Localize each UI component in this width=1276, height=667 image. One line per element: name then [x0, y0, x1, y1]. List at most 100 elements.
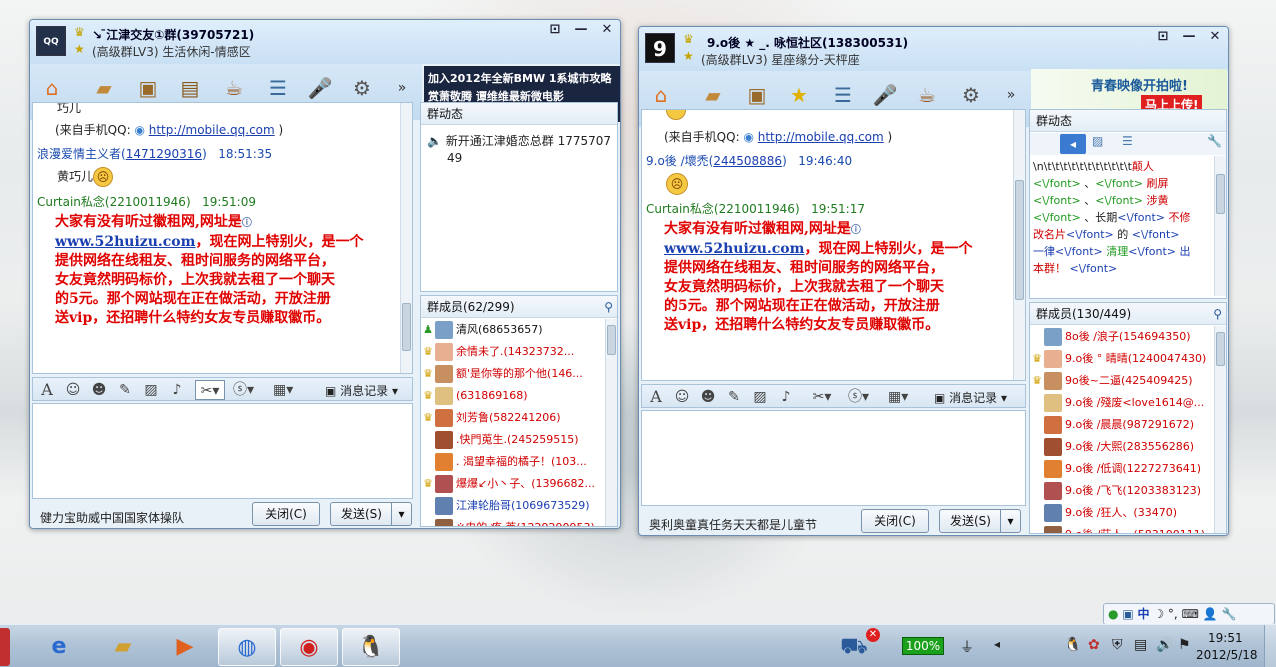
emoticon-icon[interactable]: ☺ [63, 380, 83, 400]
send-options-icon[interactable]: ▾ [1000, 510, 1020, 532]
close-button[interactable]: 关闭(C) [252, 502, 320, 526]
speak-icon[interactable]: ⓢ▾ [848, 387, 869, 407]
dynamics-scrollbar[interactable] [1214, 156, 1226, 296]
start-button[interactable]: ▮ [0, 628, 10, 666]
image-icon[interactable]: ▨ [750, 387, 770, 407]
punctuation-icon[interactable]: °, [1168, 607, 1178, 621]
group-avatar-icon[interactable]: 9 [645, 33, 675, 63]
close-window-button[interactable]: ✕ [598, 22, 616, 38]
coffee-icon[interactable]: ☕ [913, 81, 941, 109]
mobile-qq-link[interactable]: http://mobile.qq.com [149, 123, 275, 137]
members-scrollbar[interactable] [605, 319, 617, 526]
send-button[interactable]: 发送(S) ▾ [330, 502, 412, 526]
member-item[interactable]: 8o後 ∕浪子(154694350) [1030, 326, 1191, 348]
vote-icon[interactable]: ▦▾ [888, 387, 908, 407]
qq-tray-icon[interactable]: 🐧 [1064, 637, 1081, 653]
member-item[interactable]: ♛ 刘芳鲁(582241206) [421, 407, 561, 429]
music-icon[interactable]: ♪ [167, 380, 187, 400]
title-bar[interactable]: 9 ♛ ★ 9.o後 ★ _. 咏恒社区(138300531) (高级群LV3)… [639, 27, 1228, 71]
ime-menu-icon[interactable]: ▣ [1122, 607, 1133, 621]
scrollbar-thumb[interactable] [1015, 180, 1024, 300]
favorite-star-icon[interactable]: ★ [785, 81, 813, 109]
window-menu-icon[interactable]: ⊡ [546, 22, 564, 38]
tray-shield-icon[interactable]: ⛨ [1112, 637, 1123, 653]
chat-history[interactable]: (来自手机QQ: ◉ http://mobile.qq.com ) 9.o後 ∕… [641, 109, 1026, 381]
member-item[interactable]: ※虫的 疼 莘(1229290953) [421, 517, 595, 526]
member-item[interactable]: ♛ 额'是你等的那个他(146... [421, 363, 583, 385]
folder-icon[interactable]: ▰ [699, 81, 727, 109]
browser-globe-icon[interactable]: ◍ [218, 628, 276, 666]
mobile-qq-link[interactable]: http://mobile.qq.com [758, 130, 884, 144]
settings-icon[interactable]: ⚙ [957, 81, 985, 109]
internet-explorer-icon[interactable]: e [30, 628, 88, 666]
media-player-icon[interactable]: ▶ [156, 628, 214, 666]
emoticon-icon[interactable]: ☺ [672, 387, 692, 407]
member-item[interactable]: 9.o後 ∕莊人、(583100111) [1030, 524, 1205, 533]
send-options-icon[interactable]: ▾ [391, 503, 411, 525]
list-tab-icon[interactable]: ☰ [1122, 134, 1133, 148]
member-item[interactable]: ♛ 9o後~二逼(425409425) [1030, 370, 1193, 392]
member-item[interactable]: ♛ (631869168) [421, 385, 528, 407]
members-scrollbar[interactable] [1214, 326, 1226, 533]
doodle-icon[interactable]: ✎ [115, 380, 135, 400]
message-input[interactable] [32, 403, 413, 499]
coffee-icon[interactable]: ☕ [220, 74, 248, 102]
clock-date[interactable]: 2012/5/18 [1196, 648, 1258, 662]
file-explorer-icon[interactable]: ▰ [94, 628, 152, 666]
settings-icon[interactable]: ⚙ [348, 74, 376, 102]
screenshot-icon[interactable]: ✂▾ [808, 387, 836, 407]
status-text[interactable]: 奥利奥童真任务天天都是儿童节 [649, 516, 817, 533]
member-item[interactable]: 9.o後 ∕低调(1227273641) [1030, 458, 1201, 480]
chat-scrollbar[interactable] [400, 103, 412, 373]
image-icon[interactable]: ▨ [141, 380, 161, 400]
window-menu-icon[interactable]: ⊡ [1154, 29, 1172, 45]
home-icon[interactable]: ⌂ [38, 74, 66, 102]
member-item[interactable]: 江津轮胎哥(1069673529) [421, 495, 590, 517]
close-button[interactable]: 关闭(C) [861, 509, 929, 533]
home-icon[interactable]: ⌂ [647, 81, 675, 109]
font-icon[interactable]: A [646, 387, 666, 407]
sender-id-link[interactable]: 244508886 [713, 154, 782, 168]
spam-url-link[interactable]: www.52huizu.com [664, 241, 804, 257]
minimize-button[interactable]: — [572, 22, 590, 38]
flag-icon[interactable]: ⚑ [1178, 637, 1191, 653]
chat-history[interactable]: 巧儿 (来自手机QQ: ◉ http://mobile.qq.com ) 浪漫爱… [32, 102, 413, 374]
doodle-icon[interactable]: ✎ [724, 387, 744, 407]
message-history-button[interactable]: ▣ 消息记录 ▾ [325, 382, 398, 399]
ime-toolbar[interactable]: ● ▣ 中 ☽ °, ⌨ 👤 🔧 [1103, 603, 1275, 625]
scrollbar-thumb[interactable] [402, 303, 411, 351]
speak-icon[interactable]: ⓢ▾ [233, 380, 254, 400]
notice-icon[interactable]: ☰ [264, 74, 292, 102]
member-item[interactable]: 9.o後 ∕殘废<love1614@... [1030, 392, 1204, 414]
close-window-button[interactable]: ✕ [1206, 29, 1224, 45]
battery-indicator[interactable]: 100% [902, 637, 944, 655]
video-player-icon[interactable]: ◉ [280, 628, 338, 666]
scrollbar-thumb[interactable] [1216, 174, 1225, 214]
group-avatar-icon[interactable]: QQ [36, 26, 66, 56]
search-icon[interactable]: ⚲ [1213, 303, 1222, 325]
member-item[interactable]: ♛ 余情未了.(14323732... [421, 341, 574, 363]
keyboard-icon[interactable]: ⌨ [1182, 607, 1199, 621]
volume-icon[interactable]: 🔊 [1156, 637, 1173, 653]
scrollbar-thumb[interactable] [1216, 332, 1225, 366]
member-item[interactable]: ♟ 清风(68653657) [421, 319, 543, 341]
microphone-icon[interactable]: 🎤 [871, 81, 899, 109]
member-item[interactable]: 9.o後 ∕大熙(283556286) [1030, 436, 1194, 458]
ime-mode[interactable]: 中 [1137, 607, 1149, 621]
spam-url-link[interactable]: www.52huizu.com [55, 234, 195, 250]
message-input[interactable] [641, 410, 1026, 506]
minimize-button[interactable]: — [1180, 29, 1198, 45]
screenshot-icon[interactable]: ✂▾ [195, 380, 225, 400]
folder-icon[interactable]: ▰ [90, 74, 118, 102]
music-icon[interactable]: ♪ [776, 387, 796, 407]
clock-time[interactable]: 19:51 [1208, 631, 1243, 645]
member-item[interactable]: ♛ 爆爆↙小丶子、(1396682... [421, 473, 595, 495]
notification-app-icon[interactable]: ⛟ ✕ [826, 628, 882, 666]
network-icon[interactable]: ▤ [1134, 637, 1147, 653]
video-icon[interactable]: ▤ [176, 74, 204, 102]
status-text[interactable]: 健力宝助威中国国家体操队 [40, 509, 184, 526]
member-item[interactable]: 9.o後 ∕狂人、(33470) [1030, 502, 1177, 524]
search-icon[interactable]: ⚲ [604, 296, 613, 318]
half-width-icon[interactable]: ☽ [1153, 607, 1164, 621]
announcement-tab-icon[interactable]: ◂ [1060, 134, 1086, 154]
